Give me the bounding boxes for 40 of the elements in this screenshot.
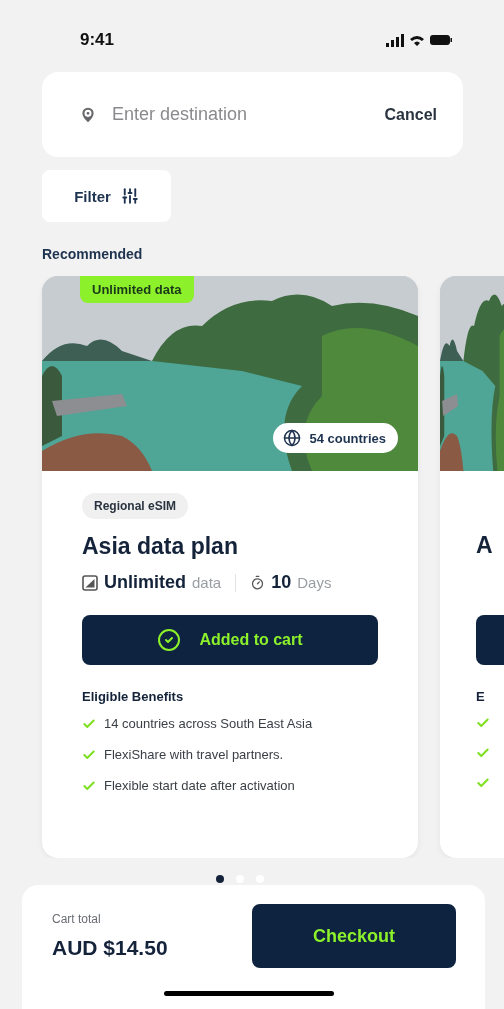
coverage-text: 54 countries <box>309 430 386 446</box>
duration-value: 10 <box>271 572 292 593</box>
check-icon <box>476 716 490 730</box>
plan-badge: Unlimited data <box>80 276 194 303</box>
plan-card[interactable] <box>42 276 418 858</box>
cart-total-label: Cart total <box>52 912 102 926</box>
signal-square-icon <box>82 574 98 591</box>
benefit-text: Flexible start date after activation <box>104 778 295 793</box>
cart-total-value: AUD $14.50 <box>52 936 168 960</box>
plan-card[interactable]: A E <box>440 276 504 858</box>
check-icon <box>82 747 96 762</box>
data-amount: Unlimited <box>104 572 186 593</box>
page-dot[interactable] <box>216 875 224 883</box>
check-icon <box>82 716 96 731</box>
added-to-cart-button[interactable]: Added to cart <box>82 615 378 665</box>
benefit-text: 14 countries across South East Asia <box>104 716 313 731</box>
cancel-button[interactable]: Cancel <box>384 105 437 124</box>
wifi-icon <box>410 34 424 46</box>
benefits-title: Eligible Benefits <box>82 689 185 704</box>
duration-unit: Days <box>297 574 332 591</box>
benefit-text: FlexiShare with travel partners. <box>104 747 284 762</box>
benefits-title: E <box>476 689 486 704</box>
filter-button[interactable]: Filter <box>42 170 171 222</box>
battery-icon <box>430 35 452 45</box>
plan-tag: Regional eSIM <box>82 493 188 519</box>
check-icon <box>476 776 490 790</box>
plan-title: A <box>476 532 494 559</box>
status-time: 9:41 <box>80 30 115 50</box>
search-field[interactable]: Enter destination Cancel <box>42 72 463 157</box>
timer-icon <box>250 575 266 590</box>
check-icon <box>476 746 490 760</box>
check-circle-icon <box>157 628 182 652</box>
section-title: Recommended <box>42 246 144 262</box>
check-icon <box>82 778 96 793</box>
sliders-icon <box>120 187 139 205</box>
globe-icon <box>283 429 302 447</box>
data-unit: data <box>192 574 222 591</box>
checkout-button[interactable]: Checkout <box>252 904 456 968</box>
plan-title: Asia data plan <box>82 533 239 560</box>
signal-icon <box>386 33 404 47</box>
